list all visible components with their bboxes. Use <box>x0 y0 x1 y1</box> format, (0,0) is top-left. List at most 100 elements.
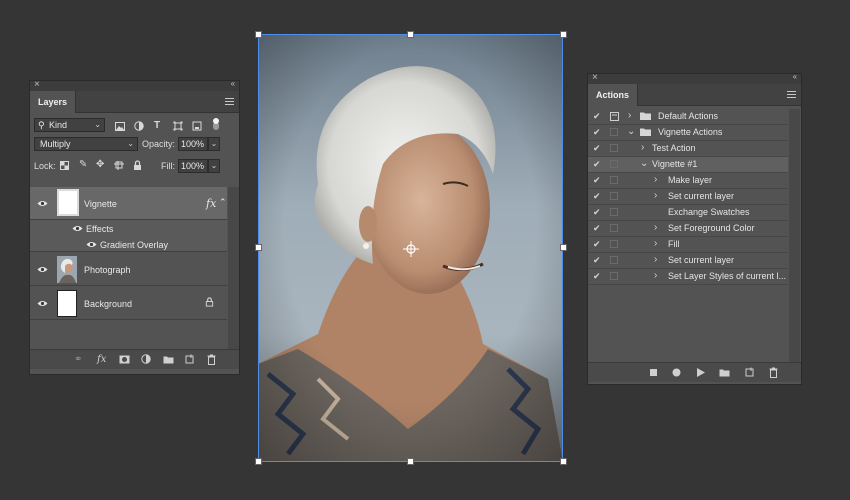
check-icon[interactable]: ✔ <box>593 175 601 186</box>
panel-menu-icon[interactable] <box>225 98 234 105</box>
stop-icon[interactable] <box>650 369 657 376</box>
tab-layers[interactable]: Layers <box>30 91 77 113</box>
lock-all-icon[interactable] <box>133 160 142 171</box>
action-step-set-current-layer[interactable]: ✔ › Set current layer <box>588 189 788 205</box>
visibility-eye-icon[interactable] <box>37 266 48 273</box>
check-icon[interactable]: ✔ <box>593 191 601 202</box>
reference-point-crosshair-icon[interactable] <box>403 241 419 257</box>
fx-badge-icon[interactable]: fx <box>206 197 216 210</box>
dialog-toggle-box[interactable] <box>610 240 618 248</box>
action-vignette-1[interactable]: ✔ ⌄ Vignette #1 <box>588 157 788 173</box>
tab-actions[interactable]: Actions <box>588 84 639 106</box>
lock-artboard-icon[interactable] <box>114 161 124 170</box>
lock-position-icon[interactable]: ✥ <box>96 160 104 170</box>
smart-object-filter-icon[interactable] <box>192 121 202 131</box>
chevron-down-icon[interactable]: ⌄ <box>627 126 635 137</box>
new-layer-icon[interactable] <box>185 354 195 364</box>
chevron-right-icon[interactable]: › <box>654 238 657 249</box>
new-group-icon[interactable] <box>163 355 174 364</box>
blend-mode-dropdown[interactable]: Multiply ⌄ <box>34 137 138 151</box>
check-icon[interactable]: ✔ <box>593 239 601 250</box>
actions-scrollbar[interactable] <box>789 109 800 362</box>
image-filter-icon[interactable] <box>115 122 125 131</box>
record-icon[interactable] <box>672 368 681 377</box>
chevron-right-icon[interactable]: › <box>654 190 657 201</box>
chevron-right-icon[interactable]: › <box>628 110 631 121</box>
action-step-make-layer[interactable]: ✔ › Make layer <box>588 173 788 189</box>
gradient-overlay-label[interactable]: Gradient Overlay <box>100 240 168 250</box>
type-filter-icon[interactable]: T <box>154 121 160 131</box>
transform-handle-top-left[interactable] <box>255 31 262 38</box>
action-set-vignette-actions[interactable]: ✔ ⌄ Vignette Actions <box>588 125 788 141</box>
layer-row-photograph[interactable]: Photograph <box>30 252 227 286</box>
transform-handle-bottom-center[interactable] <box>407 458 414 465</box>
transform-handle-middle-left[interactable] <box>255 244 262 251</box>
close-icon[interactable]: × <box>592 72 598 83</box>
link-layers-icon[interactable]: ⚭ <box>74 354 82 365</box>
chevron-right-icon[interactable]: › <box>654 222 657 233</box>
opacity-input[interactable]: 100% <box>178 137 208 151</box>
chevron-right-icon[interactable]: › <box>654 254 657 265</box>
shape-filter-icon[interactable] <box>173 121 183 131</box>
layer-name[interactable]: Photograph <box>84 265 131 275</box>
collapse-icon[interactable]: ‹‹ <box>793 72 797 81</box>
close-icon[interactable]: × <box>34 79 40 90</box>
delete-action-icon[interactable] <box>769 367 778 378</box>
check-icon[interactable]: ✔ <box>593 127 601 138</box>
dialog-toggle-box[interactable] <box>610 224 618 232</box>
check-icon[interactable]: ✔ <box>593 271 601 282</box>
collapse-icon[interactable]: ‹‹ <box>231 79 235 88</box>
lock-image-pixels-icon[interactable]: ✎ <box>79 160 87 170</box>
check-icon[interactable]: ✔ <box>593 143 601 154</box>
action-step-set-foreground-color[interactable]: ✔ › Set Foreground Color <box>588 221 788 237</box>
layer-name[interactable]: Vignette <box>84 199 117 209</box>
transform-handle-middle-right[interactable] <box>560 244 567 251</box>
visibility-eye-icon[interactable] <box>37 200 48 207</box>
fill-input[interactable]: 100% <box>178 159 208 173</box>
add-layer-style-icon[interactable]: fx <box>97 354 106 365</box>
action-test-action[interactable]: ✔ › Test Action <box>588 141 788 157</box>
visibility-eye-icon[interactable] <box>37 300 48 307</box>
panel-menu-icon[interactable] <box>787 91 796 98</box>
check-icon[interactable]: ✔ <box>593 159 601 170</box>
action-step-set-current-layer-2[interactable]: ✔ › Set current layer <box>588 253 788 269</box>
layer-row-background[interactable]: Background <box>30 286 227 320</box>
effects-visibility-eye-icon[interactable] <box>72 225 83 232</box>
transform-handle-bottom-left[interactable] <box>255 458 262 465</box>
new-adjustment-layer-icon[interactable] <box>141 354 151 364</box>
play-icon[interactable] <box>697 368 705 377</box>
fill-dropdown-button[interactable]: ⌄ <box>208 159 220 173</box>
dialog-toggle-icon[interactable] <box>610 112 619 121</box>
transform-handle-bottom-right[interactable] <box>560 458 567 465</box>
chevron-right-icon[interactable]: › <box>654 174 657 185</box>
action-set-default-actions[interactable]: ✔ › Default Actions <box>588 109 788 125</box>
dialog-toggle-box[interactable] <box>610 272 618 280</box>
check-icon[interactable]: ✔ <box>593 255 601 266</box>
dialog-toggle-box[interactable] <box>610 144 618 152</box>
lock-transparent-pixels-icon[interactable] <box>60 161 69 170</box>
action-step-exchange-swatches[interactable]: ✔ Exchange Swatches <box>588 205 788 221</box>
dialog-toggle-box[interactable] <box>610 256 618 264</box>
check-icon[interactable]: ✔ <box>593 111 601 122</box>
gradient-overlay-visibility-eye-icon[interactable] <box>86 241 97 248</box>
delete-layer-icon[interactable] <box>207 354 216 365</box>
dialog-toggle-box[interactable] <box>610 128 618 136</box>
check-icon[interactable]: ✔ <box>593 207 601 218</box>
opacity-dropdown-button[interactable]: ⌄ <box>208 137 220 151</box>
dialog-toggle-box[interactable] <box>610 176 618 184</box>
filter-kind-dropdown[interactable]: ⚲ Kind ⌄ <box>34 118 105 132</box>
action-step-fill[interactable]: ✔ › Fill <box>588 237 788 253</box>
dialog-toggle-box[interactable] <box>610 160 618 168</box>
layer-row-vignette[interactable]: Vignette fx ⌃ <box>30 187 227 220</box>
action-step-set-layer-styles[interactable]: ✔ › Set Layer Styles of current l... <box>588 269 788 285</box>
chevron-up-icon[interactable]: ⌃ <box>219 197 227 208</box>
layer-name[interactable]: Background <box>84 299 132 309</box>
new-set-folder-icon[interactable] <box>719 368 730 377</box>
check-icon[interactable]: ✔ <box>593 223 601 234</box>
chevron-down-icon[interactable]: ⌄ <box>640 158 648 169</box>
filter-toggle-icon[interactable] <box>212 117 220 131</box>
dialog-toggle-box[interactable] <box>610 192 618 200</box>
transform-handle-top-center[interactable] <box>407 31 414 38</box>
adjustment-filter-icon[interactable] <box>134 121 144 131</box>
add-mask-icon[interactable] <box>119 355 130 364</box>
